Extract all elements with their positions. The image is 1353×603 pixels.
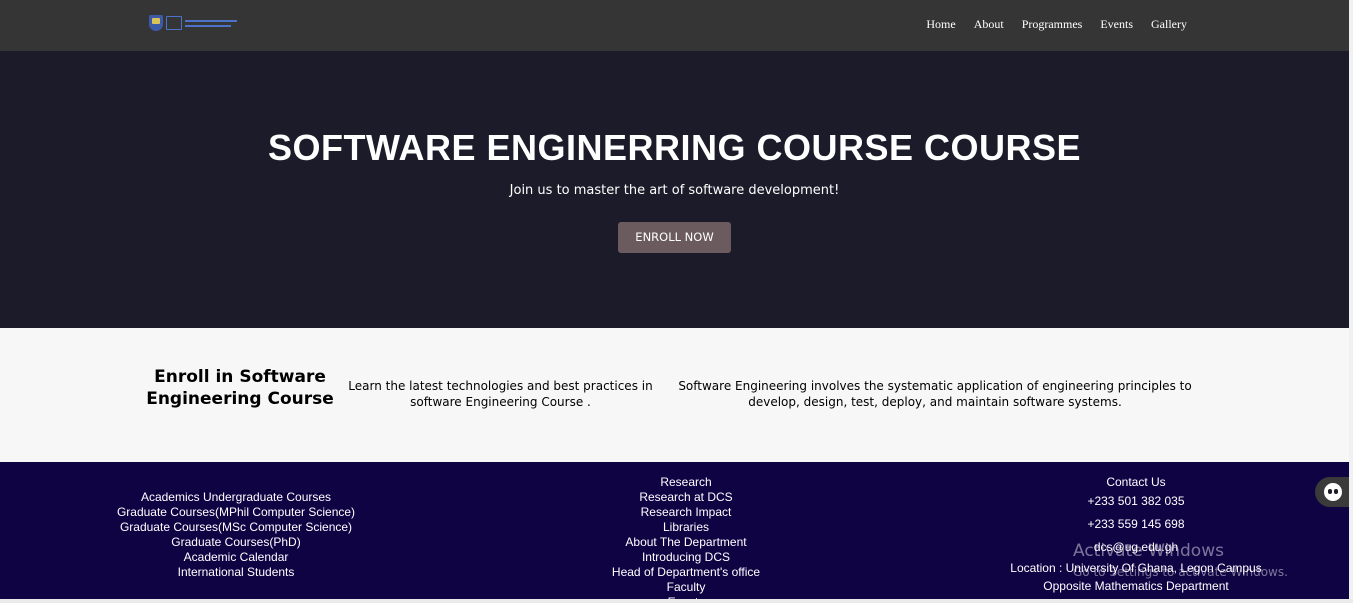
contact-location: Location : University Of Ghana, Legon Ca… — [1010, 561, 1262, 575]
chat-widget-button[interactable] — [1315, 477, 1353, 507]
footer-research-column: Research Research at DCS Research Impact… — [536, 475, 836, 603]
footer-link-undergraduate[interactable]: Academics Undergraduate Courses — [86, 490, 386, 505]
nav-events-link[interactable]: Events — [1100, 16, 1133, 32]
footer-link-hod-office[interactable]: Head of Department's office — [536, 565, 836, 580]
nav-programmes-link[interactable]: Programmes — [1022, 16, 1083, 32]
university-crest-icon — [149, 15, 163, 31]
footer-link-about-department[interactable]: About The Department — [536, 535, 836, 550]
course-benefits-text: Learn the latest technologies and best p… — [348, 379, 653, 409]
course-info-section: Enroll in Software Engineering Course Le… — [0, 328, 1349, 462]
footer-link-academic-calendar[interactable]: Academic Calendar — [86, 550, 386, 565]
horizontal-scrollbar[interactable] — [0, 599, 1353, 603]
main-nav: Home About Programmes Events Gallery — [908, 16, 1187, 32]
footer-link-mphil[interactable]: Graduate Courses(MPhil Computer Science) — [86, 505, 386, 520]
chatbot-icon — [1324, 483, 1342, 501]
nav-gallery-link[interactable]: Gallery — [1151, 16, 1187, 32]
footer-link-libraries[interactable]: Libraries — [536, 520, 836, 535]
contact-heading: Contact Us — [1106, 475, 1166, 489]
footer-link-research[interactable]: Research — [536, 475, 836, 490]
footer-link-introducing-dcs[interactable]: Introducing DCS — [536, 550, 836, 565]
contact-landmark: Opposite Mathematics Department — [1043, 579, 1229, 593]
contact-email[interactable]: dcs@ug.edu.gh — [986, 536, 1286, 559]
nav-about-link[interactable]: About — [974, 16, 1004, 32]
logo-wordmark-icon — [185, 19, 237, 27]
contact-phone-2: +233 559 145 698 — [1087, 517, 1185, 531]
enroll-heading: Enroll in Software Engineering Course — [146, 367, 334, 409]
hero-section: SOFTWARE ENGINERRING COURSE COURSE Join … — [0, 51, 1349, 328]
enroll-now-button[interactable]: ENROLL NOW — [618, 222, 731, 253]
footer-contact-column: Contact Us +233 501 382 035 +233 559 145… — [986, 475, 1286, 595]
navbar: Home About Programmes Events Gallery — [0, 0, 1353, 51]
hero-subtitle: Join us to master the art of software de… — [509, 183, 840, 198]
vertical-scrollbar[interactable] — [1349, 0, 1353, 603]
footer-link-research-at-dcs[interactable]: Research at DCS — [536, 490, 836, 505]
footer-link-msc[interactable]: Graduate Courses(MSc Computer Science) — [86, 520, 386, 535]
hero-title: SOFTWARE ENGINERRING COURSE COURSE — [267, 127, 1082, 168]
footer: Academics Undergraduate Courses Graduate… — [0, 462, 1349, 603]
footer-link-international-students[interactable]: International Students — [86, 565, 386, 580]
department-logo[interactable] — [149, 14, 253, 32]
nav-home-link[interactable]: Home — [926, 16, 955, 32]
footer-link-research-impact[interactable]: Research Impact — [536, 505, 836, 520]
footer-academics-column: Academics Undergraduate Courses Graduate… — [86, 490, 386, 580]
dcs-logo-mark-icon — [166, 16, 182, 30]
footer-link-phd[interactable]: Graduate Courses(PhD) — [86, 535, 386, 550]
contact-phone-1: +233 501 382 035 — [1087, 494, 1185, 508]
course-description-text: Software Engineering involves the system… — [678, 379, 1192, 409]
footer-link-faculty[interactable]: Faculty — [536, 580, 836, 595]
